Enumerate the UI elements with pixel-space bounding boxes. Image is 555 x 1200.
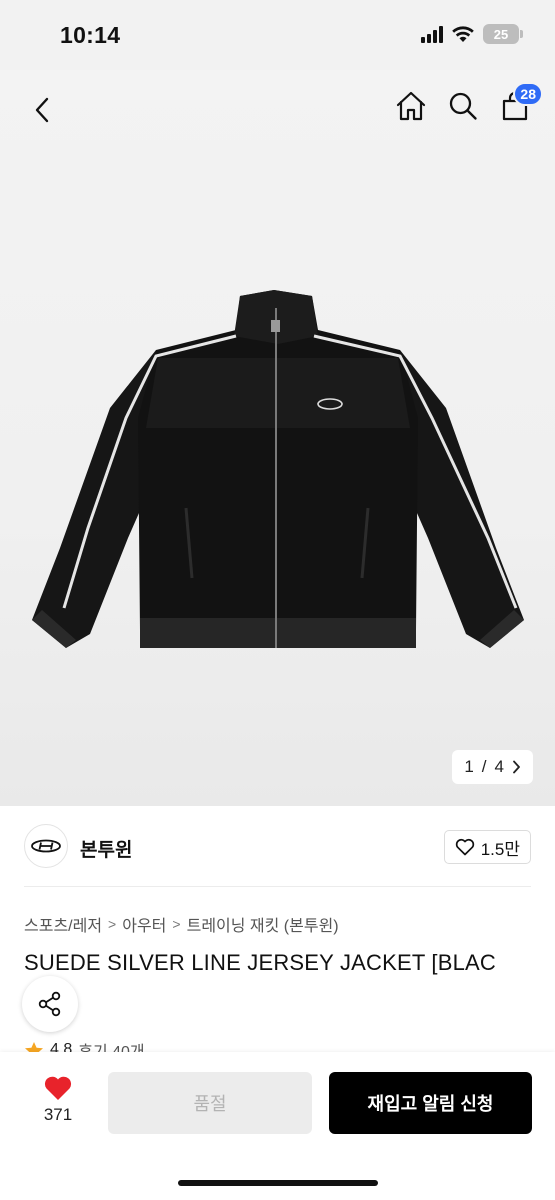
pager-total: 4	[494, 757, 504, 776]
wish-count: 371	[43, 1105, 73, 1124]
breadcrumb-item[interactable]: 트레이닝 재킷 (본투윈)	[187, 912, 339, 936]
heart-outline-icon	[455, 838, 474, 856]
search-icon	[449, 92, 477, 120]
share-button[interactable]	[22, 976, 78, 1032]
breadcrumb: 스포츠/레저 > 아우터 > 트레이닝 재킷 (본투윈)	[24, 912, 339, 936]
wish-button[interactable]: 371	[30, 1074, 86, 1125]
share-icon	[38, 991, 61, 1017]
pager-current: 1	[464, 757, 474, 776]
restock-alert-button[interactable]: 재입고 알림 신청	[329, 1072, 532, 1134]
brand-like-button[interactable]: 1.5만	[443, 830, 531, 864]
brand-logo[interactable]	[24, 824, 68, 868]
brand-name[interactable]: 본투윈	[80, 835, 132, 862]
home-button[interactable]	[393, 86, 429, 126]
cart-button[interactable]: 28	[497, 82, 543, 126]
battery-icon: 25	[483, 24, 523, 44]
chevron-right-icon	[513, 760, 520, 774]
product-title: SUEDE SILVER LINE JERSEY JACKET [BLAC	[24, 950, 497, 975]
brand-like-count: 1.5만	[480, 839, 520, 859]
cart-count-badge: 28	[513, 82, 543, 106]
wifi-icon	[452, 26, 474, 42]
gallery-pager[interactable]: 1 / 4	[452, 750, 533, 784]
product-image	[32, 290, 524, 648]
breadcrumb-item[interactable]: 스포츠/레저	[24, 912, 102, 936]
battery-level: 25	[493, 26, 509, 42]
back-button[interactable]	[22, 90, 62, 130]
search-button[interactable]	[445, 86, 481, 126]
chevron-right-icon: >	[108, 916, 117, 932]
status-time: 10:14	[60, 22, 121, 48]
home-indicator	[178, 1180, 378, 1186]
brand-row: 본투윈 1.5만	[0, 806, 555, 886]
soldout-button[interactable]: 품절	[108, 1072, 312, 1134]
divider	[24, 886, 531, 887]
back-icon	[35, 97, 49, 123]
signal-icon	[421, 25, 443, 43]
header-actions: 28	[393, 82, 543, 126]
home-icon	[396, 91, 426, 121]
brand-logo-mark	[31, 839, 61, 853]
breadcrumb-item[interactable]: 아우터	[122, 912, 166, 936]
status-icons: 25	[421, 24, 523, 44]
chevron-right-icon: >	[172, 916, 181, 932]
status-bar: 10:14 25	[0, 0, 555, 70]
bottom-action-bar: 371 품절 재입고 알림 신청	[0, 1052, 555, 1200]
product-gallery[interactable]: 28 1 / 4	[0, 70, 555, 806]
pager-separator: /	[481, 757, 487, 776]
heart-filled-icon	[44, 1076, 72, 1100]
